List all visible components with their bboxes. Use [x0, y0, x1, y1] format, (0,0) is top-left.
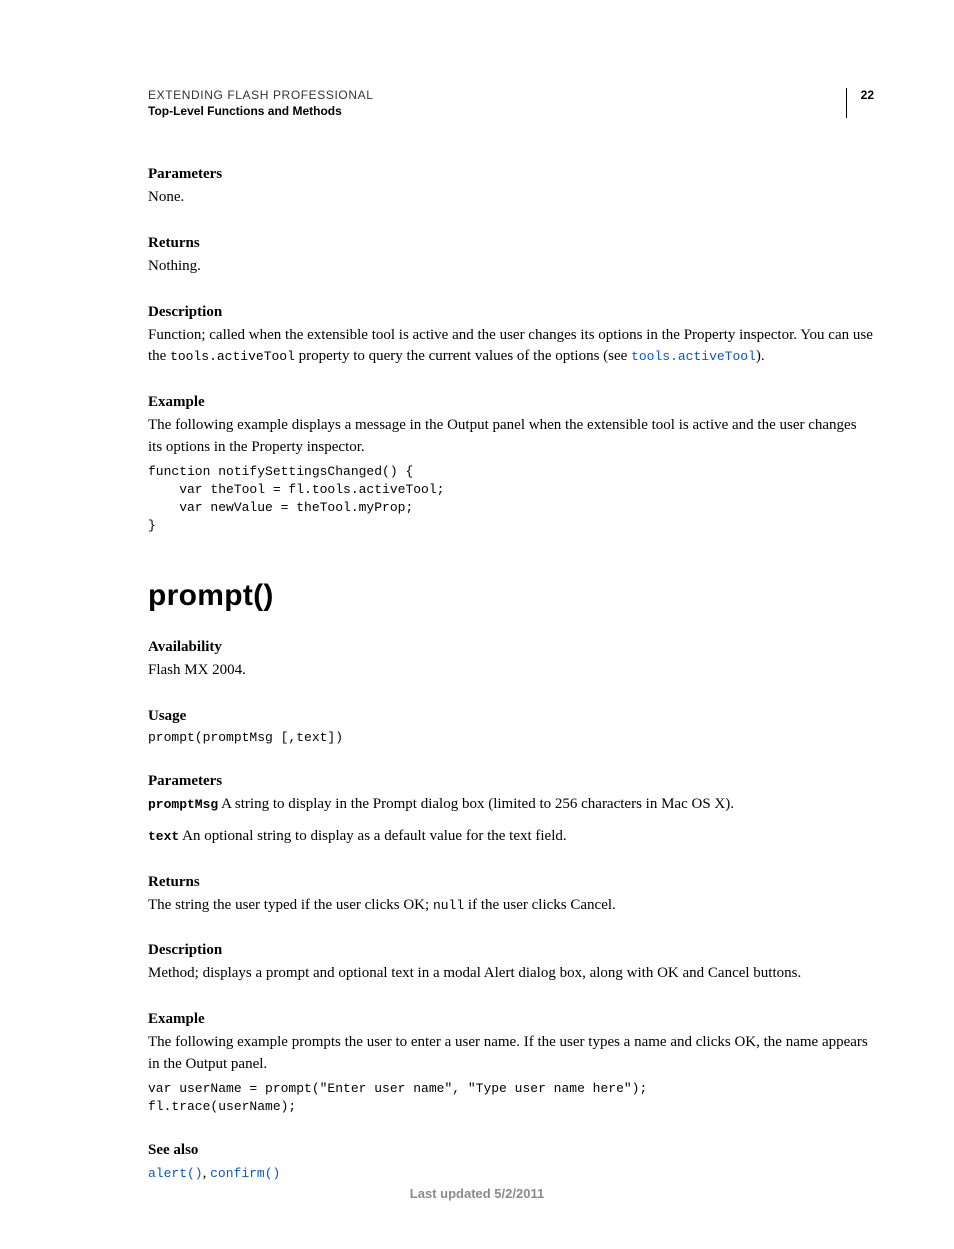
example-body: The following example displays a message… [148, 415, 874, 459]
function-title-prompt: prompt() [148, 579, 874, 613]
parameters-heading: Parameters [148, 166, 874, 183]
example-heading: Example [148, 394, 874, 411]
param-promptmsg-row: promptMsg A string to display in the Pro… [148, 794, 874, 816]
description-body: Function; called when the extensible too… [148, 325, 874, 369]
doc-title: EXTENDING FLASH PROFESSIONAL [148, 88, 846, 102]
param-text-row: text An optional string to display as a … [148, 826, 874, 848]
parameters-heading-2: Parameters [148, 773, 874, 790]
example-code-block-2: var userName = prompt("Enter user name",… [148, 1080, 874, 1116]
param-text-desc: An optional string to display as a defau… [179, 828, 566, 844]
returns-body-2: The string the user typed if the user cl… [148, 895, 874, 917]
alert-link[interactable]: alert() [148, 1166, 203, 1181]
param-promptmsg-name: promptMsg [148, 797, 218, 812]
availability-body: Flash MX 2004. [148, 660, 874, 682]
availability-heading: Availability [148, 639, 874, 656]
usage-code-block: prompt(promptMsg [,text]) [148, 729, 874, 747]
param-promptmsg-desc: A string to display in the Prompt dialog… [218, 796, 734, 812]
example-code-block: function notifySettingsChanged() { var t… [148, 463, 874, 536]
footer-last-updated: Last updated 5/2/2011 [0, 1186, 954, 1201]
tools-activetool-link[interactable]: tools.activeTool [631, 349, 756, 364]
see-also-links: alert(), confirm() [148, 1163, 874, 1185]
description-inline-code: tools.activeTool [170, 349, 295, 364]
see-also-heading: See also [148, 1142, 874, 1159]
page-number-divider: 22 [846, 88, 874, 118]
description-heading: Description [148, 304, 874, 321]
description-body-2: Method; displays a prompt and optional t… [148, 963, 874, 985]
document-page: EXTENDING FLASH PROFESSIONAL Top-Level F… [0, 0, 954, 1249]
confirm-link[interactable]: confirm() [210, 1166, 280, 1181]
returns-body: Nothing. [148, 256, 874, 278]
see-also-sep: , [203, 1165, 211, 1181]
usage-heading: Usage [148, 708, 874, 725]
example-body-2: The following example prompts the user t… [148, 1032, 874, 1076]
page-header: EXTENDING FLASH PROFESSIONAL Top-Level F… [148, 88, 874, 118]
page-number: 22 [857, 88, 874, 102]
returns2-post: if the user clicks Cancel. [464, 897, 616, 913]
param-text-name: text [148, 829, 179, 844]
returns2-inline-code: null [433, 898, 464, 913]
description-text-post: ). [756, 348, 765, 364]
description-heading-2: Description [148, 942, 874, 959]
doc-subtitle: Top-Level Functions and Methods [148, 104, 846, 118]
returns-heading: Returns [148, 235, 874, 252]
description-text-mid: property to query the current values of … [295, 348, 631, 364]
example-heading-2: Example [148, 1011, 874, 1028]
parameters-body: None. [148, 187, 874, 209]
returns2-pre: The string the user typed if the user cl… [148, 897, 433, 913]
returns-heading-2: Returns [148, 874, 874, 891]
header-titles: EXTENDING FLASH PROFESSIONAL Top-Level F… [148, 88, 846, 118]
